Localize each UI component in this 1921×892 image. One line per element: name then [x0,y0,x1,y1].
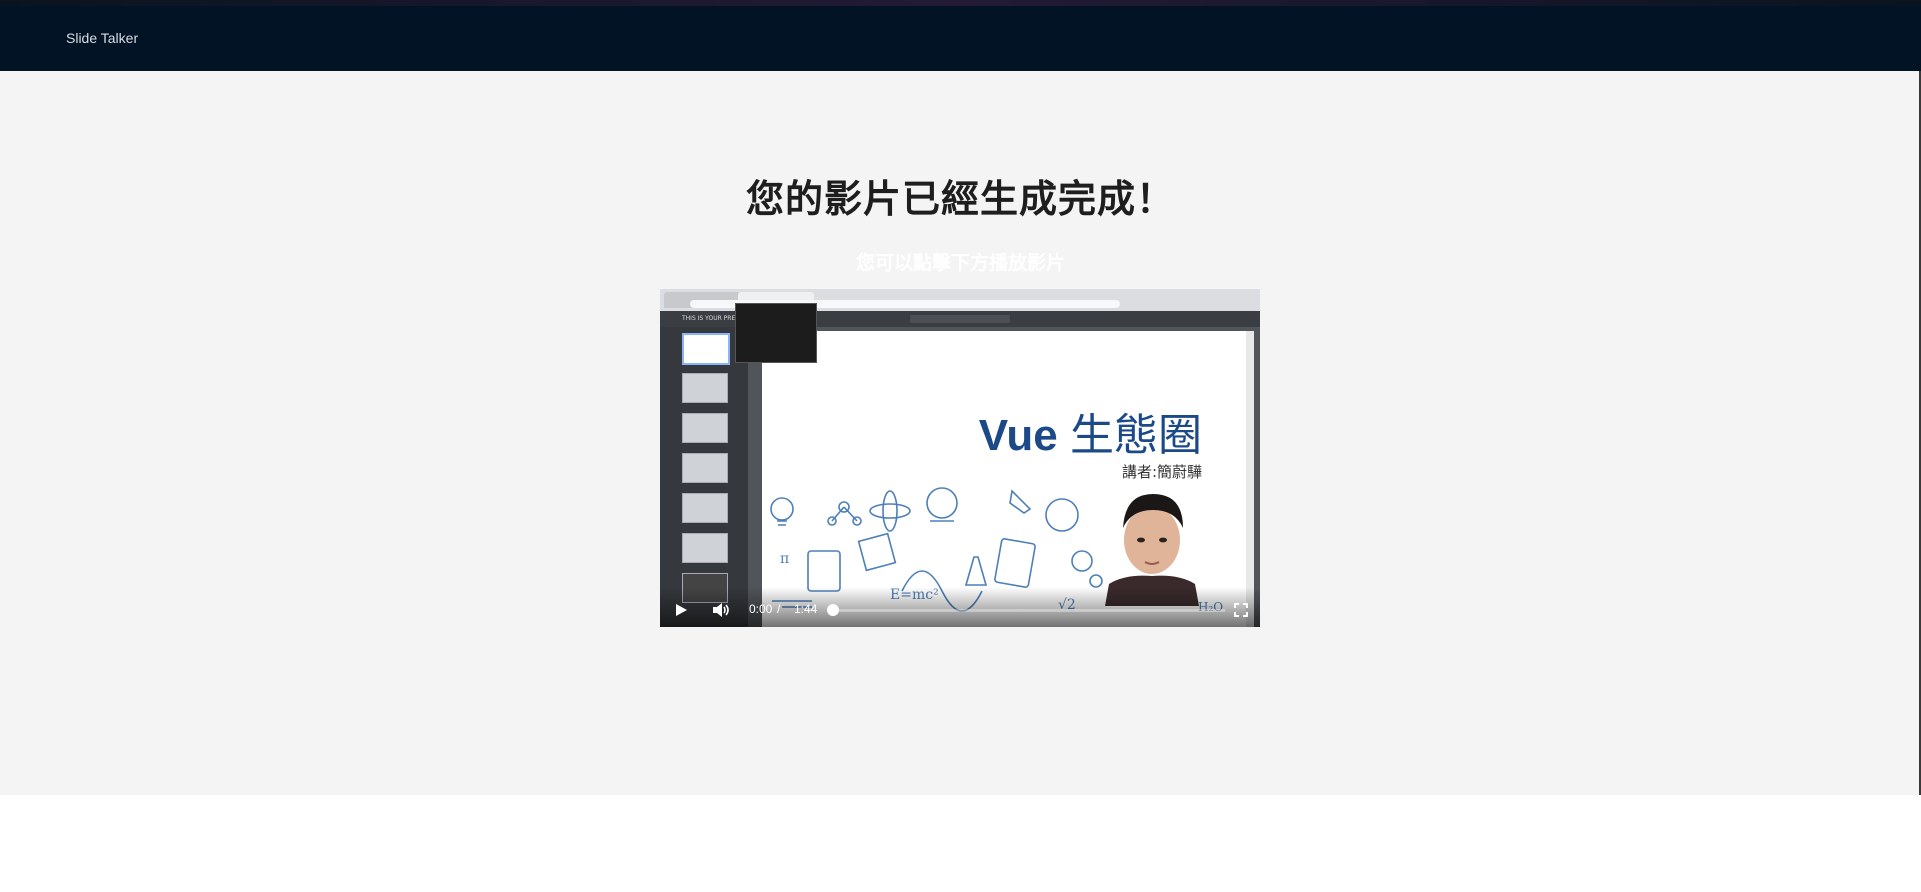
video-frame-thumbnail [682,373,728,403]
slide-author: 講者:簡蔚驊 [1121,463,1202,481]
video-frame-pdf-zoom [910,315,1010,323]
page-subtitle: 您可以點擊下方播放影片 [855,252,1065,274]
slide-title: Vue 生態圈 [979,399,1202,463]
video-player[interactable]: THIS IS YOUR PRESENTATION Vue 生態圈 講者:簡蔚驊 [660,289,1260,627]
video-frame-thumbnail [682,333,730,365]
video-frame-tab-preview [735,303,817,363]
page-title: 您的影片已經生成完成！ [745,177,1175,221]
video-frame-thumbnail [682,413,728,443]
navbar: Slide Talker [0,6,1921,71]
fullscreen-icon[interactable] [1234,603,1248,617]
progress-knob[interactable] [827,604,839,616]
video-frame-thumbnail [682,453,728,483]
progress-bar[interactable] [830,609,1225,612]
time-separator: / [777,602,781,616]
video-controls: 0:00 / 1:44 [660,587,1260,627]
video-frame-scrollbar [1246,331,1254,627]
volume-icon[interactable] [712,602,730,618]
play-icon[interactable] [674,603,688,617]
duration: 1:44 [794,602,818,616]
slide-title-latin: Vue [978,411,1058,460]
svg-text:π: π [780,551,789,567]
current-time: 0:00 [749,602,773,616]
video-frame-thumbnail [682,533,728,563]
slide-title-cjk: 生態圈 [1070,411,1202,460]
brand-link[interactable]: Slide Talker [66,30,138,46]
video-frame-thumbnail [682,493,728,523]
video-frame-thumbnails [660,327,748,627]
